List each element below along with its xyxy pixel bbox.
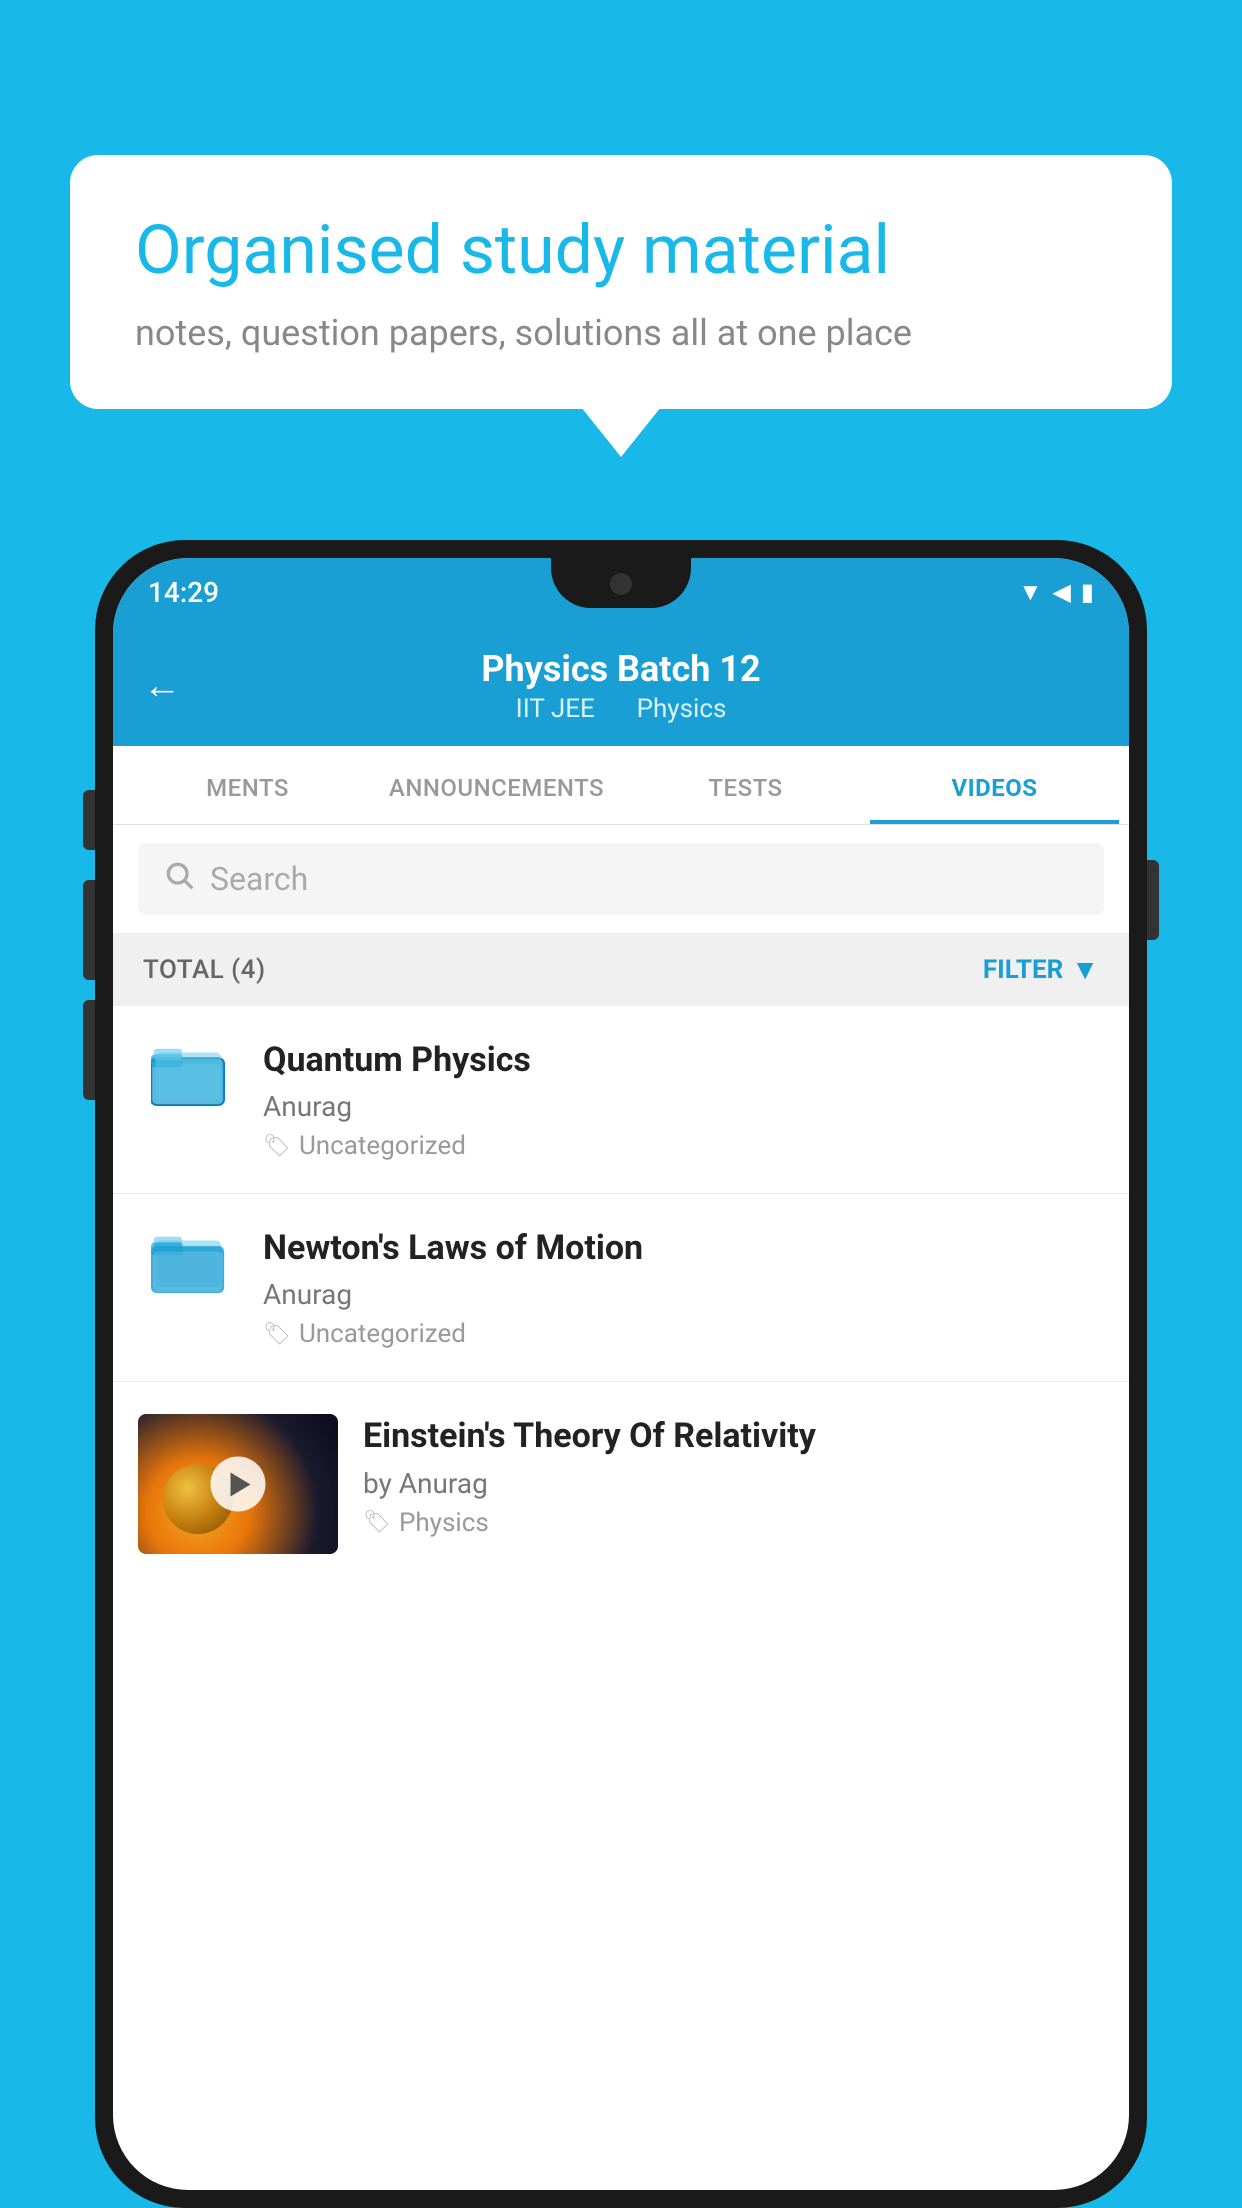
video-author: Anurag [263,1090,1104,1123]
status-bar: 14:29 ▼ ◀ ▮ [113,558,1129,626]
tabs-bar: MENTS ANNOUNCEMENTS TESTS VIDEOS [113,746,1129,825]
tag-icon: 🏷 [363,1510,391,1535]
header-subtitle-physics: Physics [637,694,727,724]
app-header: ← Physics Batch 12 IIT JEE Physics [113,626,1129,746]
video-list: Quantum Physics Anurag 🏷 Uncategorized [113,1006,1129,1586]
video-title: Einstein's Theory Of Relativity [363,1414,1104,1458]
list-item[interactable]: Newton's Laws of Motion Anurag 🏷 Uncateg… [113,1194,1129,1382]
speech-bubble-subtitle: notes, question papers, solutions all at… [135,312,1107,354]
filter-icon: ▼ [1071,953,1099,986]
camera-icon [610,573,632,595]
phone-outer: 14:29 ▼ ◀ ▮ ← Physics Batch 12 IIT JEE P… [95,540,1147,2208]
list-item[interactable]: Einstein's Theory Of Relativity by Anura… [113,1382,1129,1586]
silent-button [83,1000,95,1100]
header-center: Physics Batch 12 IIT JEE Physics [481,648,760,724]
tag-icon: 🏷 [263,1134,291,1159]
video-title: Quantum Physics [263,1038,1104,1082]
video-tag: 🏷 Uncategorized [263,1319,1104,1349]
battery-icon: ▮ [1081,578,1094,606]
power-button [1147,860,1159,940]
video-thumbnail [138,1414,338,1554]
speech-bubble-container: Organised study material notes, question… [70,155,1172,409]
tag-label: Uncategorized [299,1131,466,1161]
video-info: Einstein's Theory Of Relativity by Anura… [363,1414,1104,1537]
video-author: Anurag [263,1278,1104,1311]
header-subtitle-iit: IIT JEE [516,694,595,724]
search-placeholder: Search [210,860,308,898]
folder-thumbnail [138,1226,238,1296]
header-title: Physics Batch 12 [481,648,760,690]
speech-bubble: Organised study material notes, question… [70,155,1172,409]
video-info: Newton's Laws of Motion Anurag 🏷 Uncateg… [263,1226,1104,1349]
video-info: Quantum Physics Anurag 🏷 Uncategorized [263,1038,1104,1161]
search-container: Search [113,825,1129,933]
filter-button[interactable]: FILTER ▼ [983,953,1099,986]
volume-down-button [83,880,95,980]
play-triangle [230,1472,250,1496]
tag-label: Uncategorized [299,1319,466,1349]
phone-container: 14:29 ▼ ◀ ▮ ← Physics Batch 12 IIT JEE P… [95,540,1147,2208]
filter-label: FILTER [983,955,1063,985]
search-icon [163,859,195,899]
video-author: by Anurag [363,1467,1104,1500]
tab-videos[interactable]: VIDEOS [870,746,1119,824]
speech-bubble-title: Organised study material [135,210,1107,292]
wifi-icon: ▼ [1019,578,1043,607]
tab-tests[interactable]: TESTS [621,746,870,824]
tag-label: Physics [399,1508,489,1538]
phone-inner: 14:29 ▼ ◀ ▮ ← Physics Batch 12 IIT JEE P… [113,558,1129,2190]
folder-thumbnail [138,1038,238,1108]
signal-icon: ◀ [1052,578,1070,606]
status-time: 14:29 [148,576,219,609]
tab-ments[interactable]: MENTS [123,746,372,824]
video-tag: 🏷 Uncategorized [263,1131,1104,1161]
volume-up-button [83,790,95,850]
video-tag: 🏷 Physics [363,1508,1104,1538]
header-subtitle: IIT JEE Physics [481,694,760,724]
back-button[interactable]: ← [143,664,181,708]
tab-announcements[interactable]: ANNOUNCEMENTS [372,746,621,824]
filter-bar: TOTAL (4) FILTER ▼ [113,933,1129,1006]
notch [551,558,691,608]
play-button-icon[interactable] [211,1457,266,1512]
status-icons: ▼ ◀ ▮ [1019,578,1094,607]
tag-icon: 🏷 [263,1322,291,1347]
search-input-wrap[interactable]: Search [138,843,1104,915]
list-item[interactable]: Quantum Physics Anurag 🏷 Uncategorized [113,1006,1129,1194]
video-title: Newton's Laws of Motion [263,1226,1104,1270]
total-count: TOTAL (4) [143,955,266,985]
